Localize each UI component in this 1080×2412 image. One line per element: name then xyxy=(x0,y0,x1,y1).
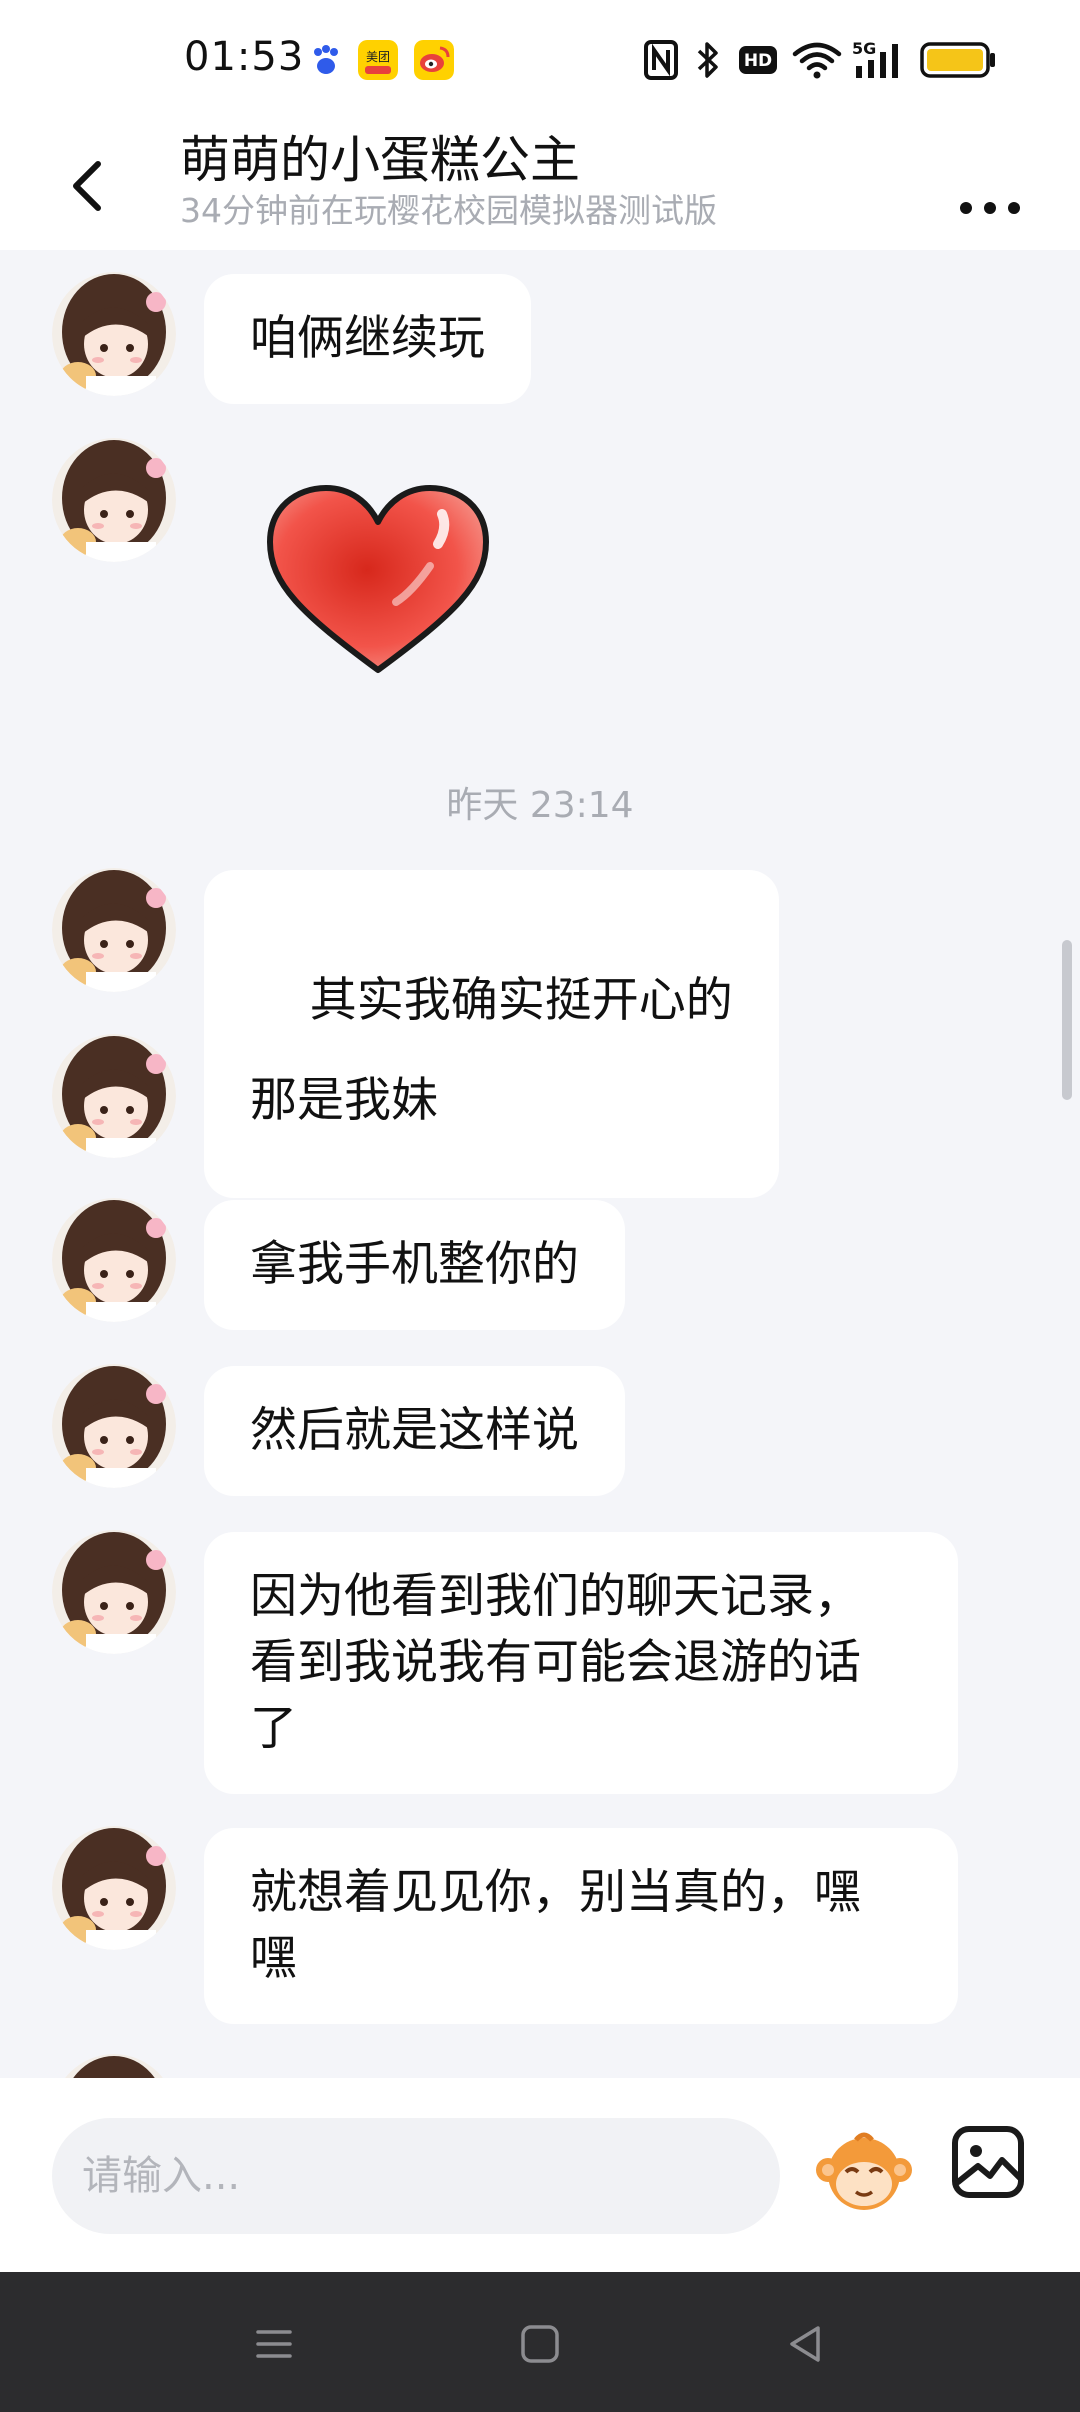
meituan-icon: 美团 xyxy=(358,40,398,80)
more-options-button[interactable] xyxy=(952,158,1032,218)
message-input-bar: 请输入... xyxy=(0,2078,1080,2272)
contact-avatar[interactable] xyxy=(52,1364,176,1488)
hd-icon-label: HD xyxy=(744,51,772,71)
system-navigation-bar xyxy=(0,2272,1080,2412)
status-time: 01:53 xyxy=(184,34,305,80)
emoji-button[interactable] xyxy=(816,2124,912,2220)
contact-name: 萌萌的小蛋糕公主 xyxy=(180,131,580,189)
scrollbar-thumb[interactable] xyxy=(1062,940,1072,1100)
bluetooth-icon xyxy=(697,42,718,78)
message-bubble[interactable]: 拿我手机整你的 xyxy=(204,1200,625,1330)
wifi-icon xyxy=(792,42,842,79)
contact-status: 34分钟前在玩樱花校园模拟器测试版 xyxy=(180,191,717,230)
menu-icon[interactable] xyxy=(244,2314,304,2374)
contact-avatar[interactable] xyxy=(52,1530,176,1654)
meituan-icon-label: 美团 xyxy=(366,50,390,64)
back-button[interactable] xyxy=(58,142,118,222)
message-bubble[interactable]: 咱俩继续玩 xyxy=(204,274,531,404)
contact-avatar[interactable] xyxy=(52,1034,176,1158)
message-bubble[interactable]: 然后就是这样说 xyxy=(204,1366,625,1496)
battery-icon xyxy=(920,42,995,78)
status-bar: 01:53 美团 HD 5G xyxy=(0,0,1080,120)
image-button[interactable] xyxy=(950,2124,1026,2200)
battery-fill xyxy=(927,49,983,71)
weibo-icon xyxy=(414,40,454,80)
home-icon[interactable] xyxy=(510,2314,570,2374)
message-bubble[interactable]: 因为他看到我们的聊天记录， 看到我说我有可能会退游的话 了 xyxy=(204,1532,958,1794)
message-timestamp: 昨天 23:14 xyxy=(446,785,634,826)
message-bubble[interactable]: 那是我妹 xyxy=(204,1036,484,1166)
signal-5g-label: 5G xyxy=(852,39,876,58)
contact-avatar[interactable] xyxy=(52,868,176,992)
chat-message-list[interactable]: 咱俩继续玩 昨天 23:14 其实我确实挺开心的 那是我妹 拿我手机整你的 然后… xyxy=(0,250,1080,2078)
nav-back-icon[interactable] xyxy=(776,2314,836,2374)
heart-sticker[interactable] xyxy=(262,484,494,680)
message-text: 其实我确实挺开心的 xyxy=(309,973,733,1028)
chat-header: 萌萌的小蛋糕公主 34分钟前在玩樱花校园模拟器测试版 xyxy=(0,120,1080,250)
contact-avatar[interactable] xyxy=(52,272,176,396)
nfc-icon xyxy=(644,40,678,80)
hd-icon: HD xyxy=(739,46,777,74)
signal-5g-icon: 5G xyxy=(852,39,898,78)
contact-avatar[interactable] xyxy=(52,438,176,562)
message-bubble[interactable]: 就想着见见你，别当真的，嘿 嘿 xyxy=(204,1828,958,2024)
contact-avatar[interactable] xyxy=(52,2054,176,2078)
baidu-icon xyxy=(306,40,346,80)
contact-avatar[interactable] xyxy=(52,1198,176,1322)
contact-avatar[interactable] xyxy=(52,1826,176,1950)
message-input[interactable]: 请输入... xyxy=(52,2118,780,2234)
